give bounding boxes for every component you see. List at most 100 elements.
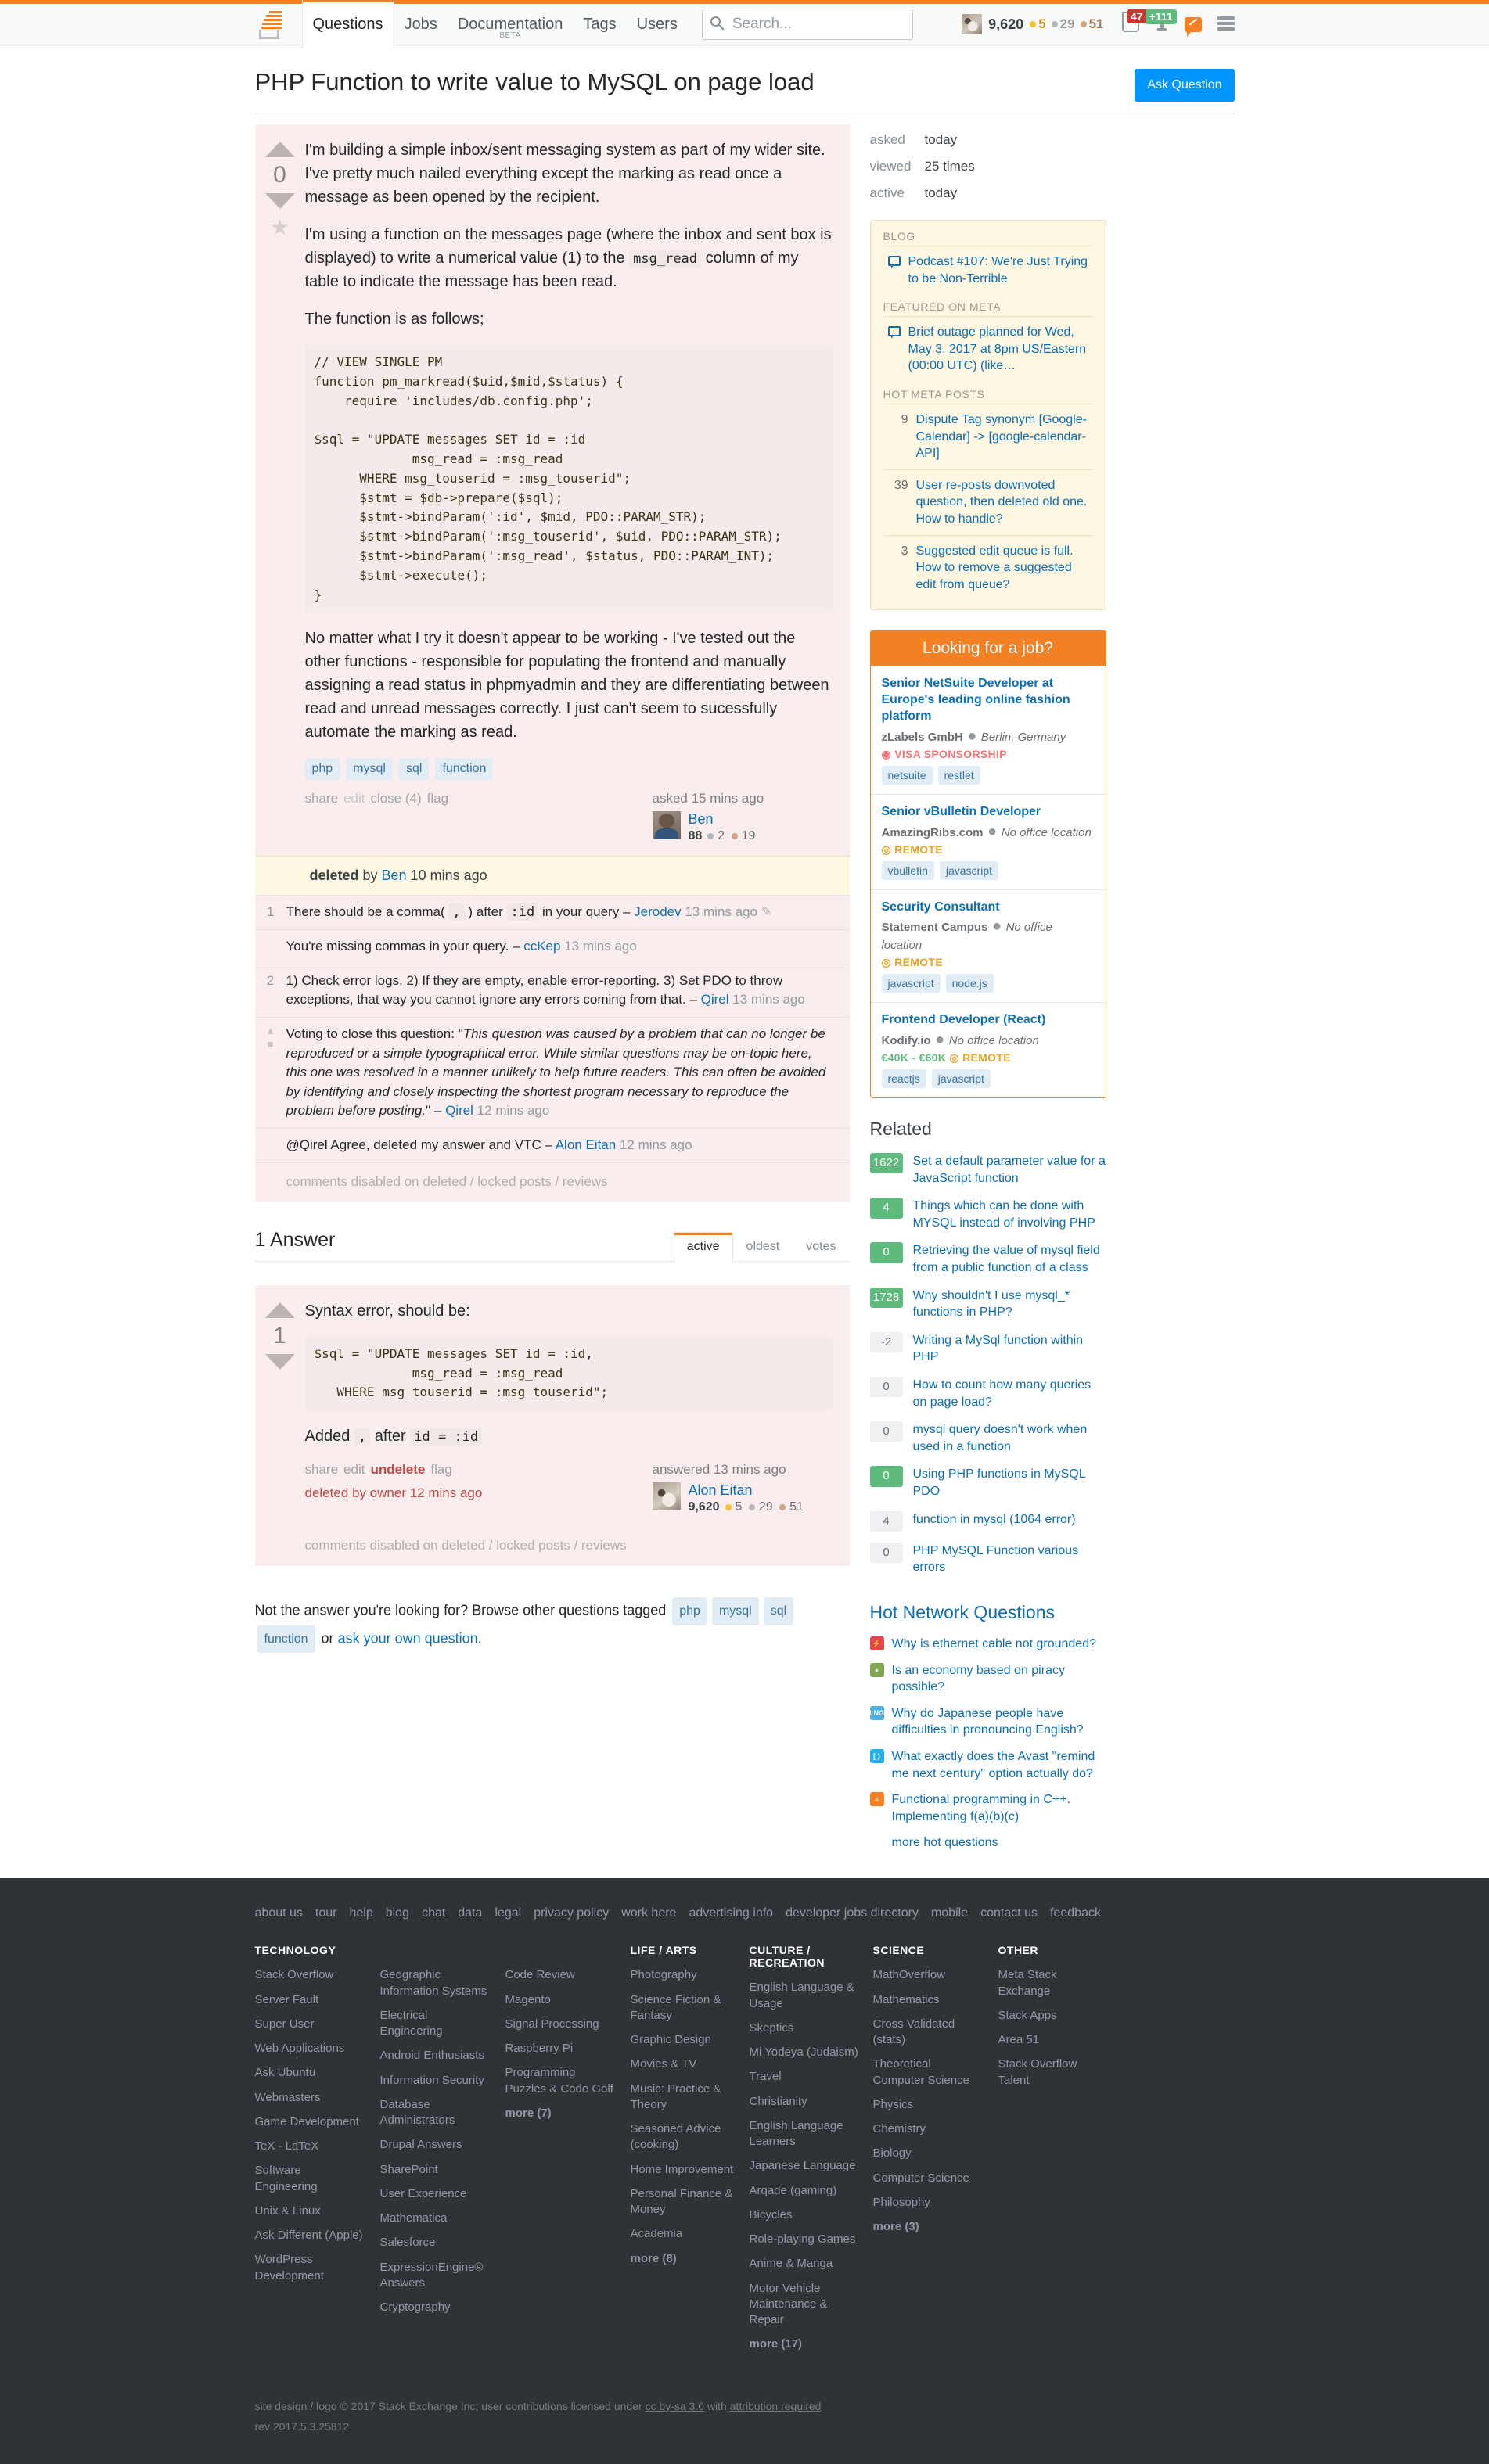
job-tag[interactable]: reactjs [881, 1069, 926, 1089]
downvote-button[interactable] [264, 193, 295, 209]
footer-site-link[interactable]: Android Enthusiasts [380, 2048, 491, 2064]
footer-site-link[interactable]: Information Security [380, 2073, 491, 2089]
footer-link-contact-us[interactable]: contact us [980, 1906, 1038, 1920]
footer-link-blog[interactable]: blog [386, 1906, 409, 1920]
inbox-button[interactable]: 47 [1114, 9, 1147, 37]
comment-author[interactable]: ccKep [523, 939, 560, 954]
tag-function[interactable]: function [435, 758, 494, 781]
footer-site-link[interactable]: SharePoint [380, 2162, 491, 2178]
answer-share-link[interactable]: share [305, 1462, 339, 1477]
footer-site-link[interactable]: ExpressionEngine® Answers [380, 2260, 491, 2292]
job-listing[interactable]: Senior NetSuite Developer at Europe's le… [870, 666, 1106, 793]
hot-network-link[interactable]: Is an economy based on piracy possible? [892, 1662, 1106, 1696]
hot-meta-link[interactable]: Dispute Tag synonym [Google-Calendar] ->… [916, 411, 1092, 462]
related-title[interactable]: Things which can be done with MYSQL inst… [913, 1198, 1106, 1231]
footer-site-link[interactable]: Salesforce [380, 2235, 491, 2250]
review-button[interactable] [1177, 13, 1210, 37]
more-hot-questions-link[interactable]: more hot questions [870, 1830, 1106, 1850]
achievements-button[interactable]: +111 [1145, 9, 1177, 36]
nav-link-documentation[interactable]: Documentation BETA [448, 8, 574, 41]
footer-site-link[interactable]: Chemistry [873, 2121, 984, 2137]
related-title[interactable]: function in mysql (1064 error) [913, 1511, 1076, 1528]
hot-meta-link[interactable]: User re-posts downvoted question, then d… [916, 477, 1092, 528]
footer-link-developer-jobs-directory[interactable]: developer jobs directory [786, 1906, 919, 1920]
search-input[interactable] [701, 9, 913, 40]
deleted-by-user[interactable]: Ben [382, 867, 407, 883]
nav-link-tags[interactable]: Tags [573, 8, 626, 41]
footer-site-link[interactable]: Personal Finance & Money [631, 2186, 736, 2218]
job-tag[interactable]: javascript [931, 1069, 991, 1089]
avatar[interactable] [962, 14, 983, 34]
answer-downvote-button[interactable] [264, 1353, 295, 1370]
footer-site-link[interactable]: Software Engineering [255, 2163, 366, 2195]
footer-site-link[interactable]: Unix & Linux [255, 2204, 366, 2219]
tag-function[interactable]: function [257, 1625, 315, 1654]
job-listing[interactable]: Senior vBulletin Developer AmazingRibs.c… [870, 793, 1106, 889]
footer-site-link[interactable]: Mathematics [873, 1992, 984, 2008]
attribution-link[interactable]: attribution required [730, 2400, 822, 2412]
nav-link-jobs[interactable]: Jobs [394, 8, 448, 41]
footer-site-link[interactable]: Philosophy [873, 2195, 984, 2211]
stack-overflow-logo-icon[interactable] [255, 9, 285, 39]
footer-site-link[interactable]: Super User [255, 2017, 366, 2032]
tab-votes[interactable]: votes [793, 1232, 849, 1261]
job-tag[interactable]: javascript [939, 860, 999, 880]
footer-link-advertising-info[interactable]: advertising info [689, 1906, 773, 1920]
close-link[interactable]: close (4) [370, 791, 421, 806]
tab-active[interactable]: active [673, 1231, 733, 1262]
footer-more-link[interactable]: more (17) [750, 2336, 859, 2352]
footer-more-link[interactable]: more (8) [631, 2251, 736, 2267]
footer-link-privacy-policy[interactable]: privacy policy [534, 1906, 609, 1920]
footer-link-work-here[interactable]: work here [621, 1906, 676, 1920]
silver-badge-count[interactable]: 29 [1051, 16, 1075, 32]
license-link[interactable]: cc by-sa 3.0 [646, 2400, 704, 2412]
footer-more-link[interactable]: more (7) [505, 2106, 617, 2121]
share-link[interactable]: share [305, 791, 339, 806]
tag-mysql[interactable]: mysql [346, 758, 393, 781]
footer-site-link[interactable]: Electrical Engineering [380, 2008, 491, 2040]
footer-site-link[interactable]: Cross Validated (stats) [873, 2017, 984, 2049]
nav-link-questions[interactable]: Questions [301, 0, 394, 48]
hot-meta-link[interactable]: Suggested edit queue is full. How to rem… [916, 543, 1092, 594]
footer-site-link[interactable]: Stack Overflow Talent [998, 2056, 1110, 2089]
comment-author[interactable]: Jerodev [634, 904, 681, 919]
answer-author-name[interactable]: Alon Eitan [689, 1482, 804, 1499]
avatar[interactable] [652, 811, 681, 840]
footer-site-link[interactable]: Photography [631, 1967, 736, 1983]
job-listing[interactable]: Frontend Developer (React) Kodify.io ● N… [870, 1002, 1106, 1097]
job-title[interactable]: Senior vBulletin Developer [882, 804, 1095, 821]
footer-site-link[interactable]: Web Applications [255, 2041, 366, 2056]
related-title[interactable]: Retrieving the value of mysql field from… [913, 1242, 1106, 1276]
question-author-name[interactable]: Ben [689, 811, 756, 828]
footer-site-link[interactable]: MathOverflow [873, 1967, 984, 1983]
footer-site-link[interactable]: Movies & TV [631, 2056, 736, 2072]
related-title[interactable]: Writing a MySql function within PHP [913, 1332, 1106, 1366]
footer-site-link[interactable]: Game Development [255, 2114, 366, 2130]
footer-site-link[interactable]: Raspberry Pi [505, 2041, 617, 2056]
edit-pencil-icon[interactable]: ✎ [761, 904, 772, 919]
related-title[interactable]: PHP MySQL Function various errors [913, 1543, 1106, 1576]
footer-site-link[interactable]: User Experience [380, 2186, 491, 2202]
hot-network-link[interactable]: Why is ethernet cable not grounded? [892, 1636, 1097, 1653]
footer-site-link[interactable]: Motor Vehicle Maintenance & Repair [750, 2281, 859, 2329]
nav-link-users[interactable]: Users [627, 8, 688, 41]
footer-site-link[interactable]: TeX - LaTeX [255, 2139, 366, 2154]
comment-author[interactable]: Qirel [445, 1103, 473, 1118]
comment-vote-flag-icons[interactable]: ▲ ■ [255, 1025, 286, 1121]
footer-site-link[interactable]: Academia [631, 2226, 736, 2242]
footer-more-link[interactable]: more (3) [873, 2219, 984, 2235]
footer-site-link[interactable]: Computer Science [873, 2171, 984, 2186]
footer-site-link[interactable]: Biology [873, 2146, 984, 2161]
footer-link-about-us[interactable]: about us [255, 1906, 303, 1920]
footer-site-link[interactable]: Geographic Information Systems [380, 1967, 491, 1999]
ask-question-button[interactable]: Ask Question [1135, 69, 1235, 102]
job-tag[interactable]: restlet [937, 765, 980, 785]
footer-site-link[interactable]: Webmasters [255, 2090, 366, 2106]
footer-site-link[interactable]: Drupal Answers [380, 2137, 491, 2153]
meta-item-link[interactable]: Brief outage planned for Wed, May 3, 201… [908, 324, 1092, 375]
job-title[interactable]: Security Consultant [882, 900, 1095, 916]
answer-flag-link[interactable]: flag [430, 1462, 451, 1477]
site-switcher-button[interactable] [1210, 12, 1243, 38]
footer-site-link[interactable]: Area 51 [998, 2032, 1110, 2048]
footer-site-link[interactable]: Magento [505, 1992, 617, 2008]
